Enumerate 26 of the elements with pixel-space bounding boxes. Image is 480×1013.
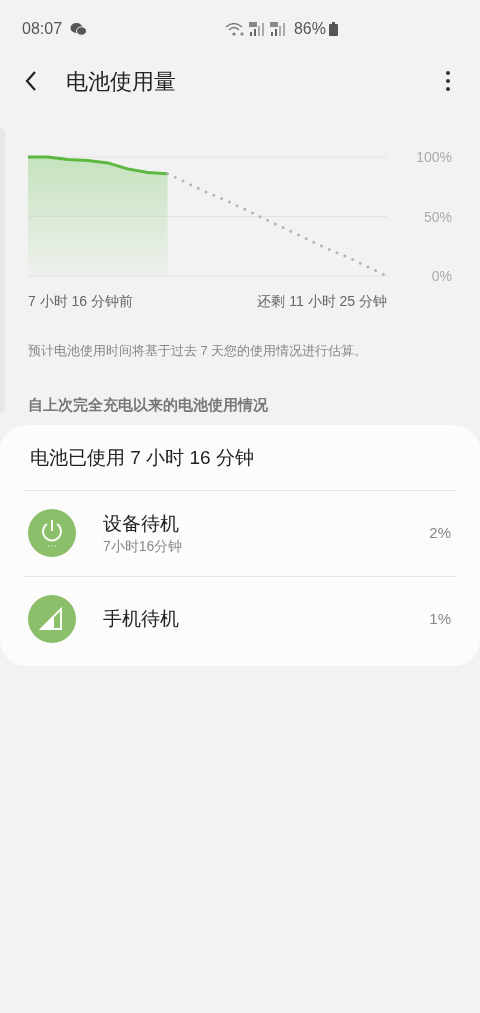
page-title: 电池使用量 [66, 67, 177, 96]
power-icon [28, 509, 76, 557]
axis-label: 50% [423, 208, 452, 225]
signal-icon [247, 21, 266, 37]
time-remaining-label: 还剩 11 小时 25 分钟 [257, 292, 387, 311]
axis-label: 100% [416, 149, 452, 165]
battery-icon [329, 22, 338, 36]
wifi-icon [224, 22, 245, 36]
app-usage-row[interactable]: 手机待机 1% [23, 575, 457, 662]
item-name: 设备待机 [103, 512, 180, 536]
battery-percent: 86% [293, 19, 326, 39]
item-duration: 7小时16分钟 [103, 537, 184, 555]
app-usage-row[interactable]: 设备待机 7小时16分钟 2% [23, 489, 457, 576]
axis-label: 0% [431, 268, 452, 284]
chat-app-icon [70, 22, 88, 36]
time-ago-label: 7 小时 16 分钟前 [28, 292, 134, 311]
back-button[interactable] [24, 70, 38, 92]
estimate-note: 预计电池使用时间将基于过去 7 天您的使用情况进行估算。 [27, 342, 369, 360]
item-name: 手机待机 [103, 607, 180, 631]
usage-summary: 电池已使用 7 小时 16 分钟 [29, 446, 255, 470]
item-percent: 1% [429, 608, 451, 629]
signal-icon [268, 21, 287, 37]
section-title: 自上次完全充电以来的电池使用情况 [27, 394, 269, 415]
item-percent: 2% [429, 522, 451, 543]
status-time: 08:07 [22, 19, 63, 39]
signal-icon [28, 595, 76, 643]
